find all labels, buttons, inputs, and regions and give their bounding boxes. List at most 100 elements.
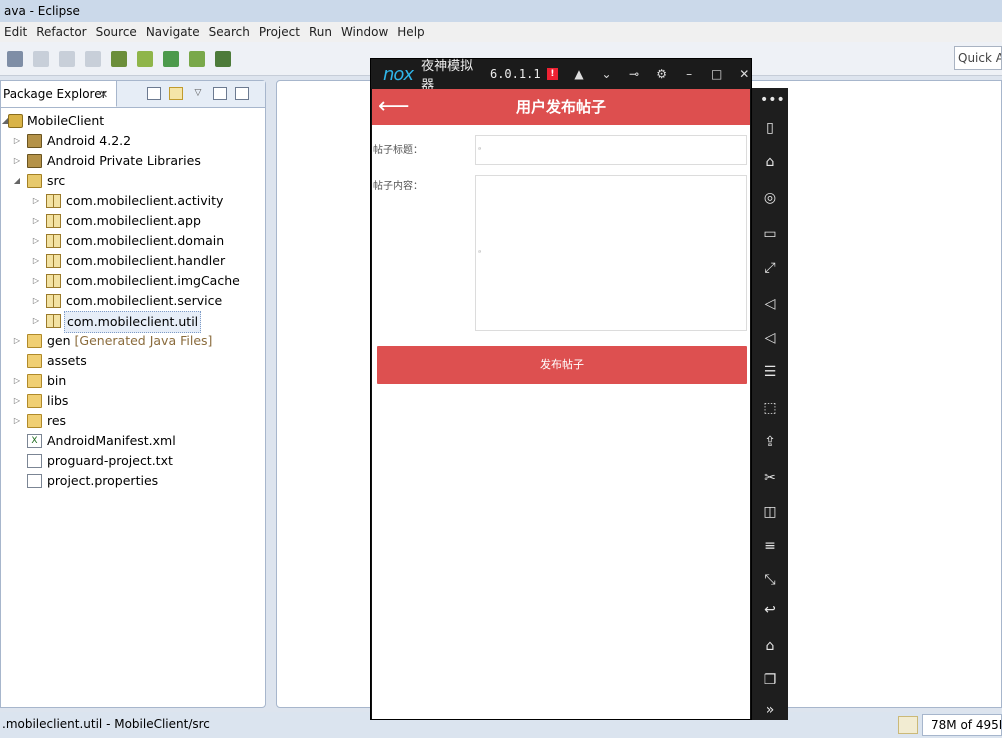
tree-item-package[interactable]: ▷ com.mobileclient.imgCache	[1, 271, 265, 291]
sdk-manager-icon[interactable]	[111, 50, 127, 67]
menu-edit[interactable]: Edit	[4, 25, 27, 39]
link-with-editor-icon[interactable]	[169, 87, 183, 100]
post-title-input[interactable]: ᵃ	[475, 135, 747, 165]
view-menu-icon[interactable]: ▽	[191, 87, 205, 100]
menu-navigate[interactable]: Navigate	[146, 25, 200, 39]
save-icon[interactable]	[33, 50, 49, 67]
tree-item-folder[interactable]: assets	[1, 351, 265, 371]
maximize-icon[interactable]: □	[710, 67, 724, 81]
menu-refactor[interactable]: Refactor	[36, 25, 86, 39]
maximize-view-icon[interactable]	[235, 87, 249, 100]
scissors-icon[interactable]: ✂	[760, 468, 780, 488]
debug-icon[interactable]	[215, 50, 231, 67]
menu-icon[interactable]: ≡	[760, 536, 780, 556]
tree-item-package[interactable]: ▷ com.mobileclient.domain	[1, 231, 265, 251]
tree-item-package[interactable]: ▷ com.mobileclient.activity	[1, 191, 265, 211]
tree-item-library[interactable]: ▷ Android Private Libraries	[1, 151, 265, 171]
menu-search[interactable]: Search	[209, 25, 250, 39]
volume-up-icon[interactable]: ◁	[760, 294, 780, 314]
publish-post-button[interactable]: 发布帖子	[377, 346, 747, 384]
folder-icon	[27, 354, 42, 368]
menu-window[interactable]: Window	[341, 25, 388, 39]
menu-run[interactable]: Run	[309, 25, 332, 39]
file-icon	[27, 474, 42, 488]
tree-item-src[interactable]: ◢ src	[1, 171, 265, 191]
tree-item-package-selected[interactable]: ▷ com.mobileclient.util	[1, 311, 265, 333]
expand-icon[interactable]: »	[760, 700, 780, 720]
save-all-icon[interactable]	[59, 50, 75, 67]
close-icon[interactable]: ✕	[99, 88, 108, 101]
collapse-all-icon[interactable]	[147, 87, 161, 100]
memory-indicator[interactable]: 78M of 495M	[922, 714, 1002, 736]
collapse-arrow-icon[interactable]: ◢	[13, 171, 21, 191]
tree-item-label: Android 4.2.2	[47, 133, 132, 148]
tree-item-file[interactable]: X AndroidManifest.xml	[1, 431, 265, 451]
expand-arrow-icon[interactable]: ▷	[13, 331, 21, 351]
tree-item-package[interactable]: ▷ com.mobileclient.handler	[1, 251, 265, 271]
expand-arrow-icon[interactable]: ▷	[13, 371, 21, 391]
folder-icon	[27, 414, 42, 428]
post-content-textarea[interactable]: ᵃ	[475, 175, 747, 331]
expand-arrow-icon[interactable]: ▷	[32, 311, 40, 331]
avd-manager-icon[interactable]	[137, 50, 153, 67]
new-android-project-icon[interactable]	[189, 50, 205, 67]
print-icon[interactable]	[85, 50, 101, 67]
expand-arrow-icon[interactable]: ▷	[13, 391, 21, 411]
expand-arrow-icon[interactable]: ▷	[32, 191, 40, 211]
minimize-view-icon[interactable]	[213, 87, 227, 100]
tree-item-folder[interactable]: ▷ bin	[1, 371, 265, 391]
source-folder-icon	[27, 174, 42, 188]
chevron-down-icon[interactable]: ⌄	[600, 67, 614, 81]
tree-item-gen[interactable]: ▷ gen [Generated Java Files]	[1, 331, 265, 351]
menu-source[interactable]: Source	[96, 25, 137, 39]
home-icon[interactable]: ⌂	[760, 636, 780, 656]
expand-arrow-icon[interactable]: ▷	[32, 251, 40, 271]
minimize-icon[interactable]: –	[682, 67, 696, 81]
page-title: 用户发布帖子	[515, 98, 606, 116]
library-icon	[27, 154, 42, 168]
tree-item-label: src	[47, 173, 66, 188]
settings-icon[interactable]: ⚙	[655, 67, 669, 81]
resize-icon[interactable]: ⤡	[760, 570, 780, 590]
post-content-label: 帖子内容：	[373, 181, 423, 192]
multi-instance-icon[interactable]: ◫	[760, 502, 780, 522]
toolbox-icon[interactable]: ☰	[760, 362, 780, 382]
apk-icon[interactable]: ⇪	[760, 432, 780, 452]
tree-item-package[interactable]: ▷ com.mobileclient.service	[1, 291, 265, 311]
screen-icon[interactable]: ▭	[760, 224, 780, 244]
back-icon[interactable]: ↩	[760, 600, 780, 620]
new-icon[interactable]	[7, 50, 23, 67]
tree-item-file[interactable]: proguard-project.txt	[1, 451, 265, 471]
more-icon[interactable]: •••	[760, 90, 785, 110]
location-icon[interactable]: ◎	[760, 188, 780, 208]
tree-item-package[interactable]: ▷ com.mobileclient.app	[1, 211, 265, 231]
expand-arrow-icon[interactable]: ▷	[13, 411, 21, 431]
expand-arrow-icon[interactable]: ▷	[32, 211, 40, 231]
expand-arrow-icon[interactable]: ▷	[32, 291, 40, 311]
tree-item-library[interactable]: ▷ Android 4.2.2	[1, 131, 265, 151]
lint-icon[interactable]	[163, 50, 179, 67]
garbage-collect-icon[interactable]	[898, 716, 918, 734]
expand-arrow-icon[interactable]: ▷	[32, 271, 40, 291]
robot-icon[interactable]: ⌂	[760, 152, 780, 172]
skin-icon[interactable]: ▲	[572, 67, 586, 81]
tree-item-label: com.mobileclient.service	[66, 293, 223, 308]
tree-item-project[interactable]: ◢ MobileClient	[1, 111, 265, 131]
quick-access-input[interactable]: Quick A	[954, 46, 1002, 70]
expand-arrow-icon[interactable]: ▷	[13, 131, 21, 151]
close-icon[interactable]: ✕	[737, 67, 751, 81]
volume-down-icon[interactable]: ◁	[760, 328, 780, 348]
recent-apps-icon[interactable]: ❐	[760, 670, 780, 690]
tree-item-folder[interactable]: ▷ res	[1, 411, 265, 431]
menu-project[interactable]: Project	[259, 25, 300, 39]
expand-arrow-icon[interactable]: ▷	[13, 151, 21, 171]
pin-icon[interactable]: ⊸	[627, 67, 641, 81]
fullscreen-icon[interactable]: ⤢	[760, 258, 780, 278]
tree-item-file[interactable]: project.properties	[1, 471, 265, 491]
tree-item-folder[interactable]: ▷ libs	[1, 391, 265, 411]
macro-icon[interactable]: ⬚	[760, 398, 780, 418]
expand-arrow-icon[interactable]: ▷	[32, 231, 40, 251]
phone-icon[interactable]: ▯	[760, 118, 780, 138]
menu-help[interactable]: Help	[397, 25, 424, 39]
alert-icon[interactable]: !	[546, 68, 559, 80]
